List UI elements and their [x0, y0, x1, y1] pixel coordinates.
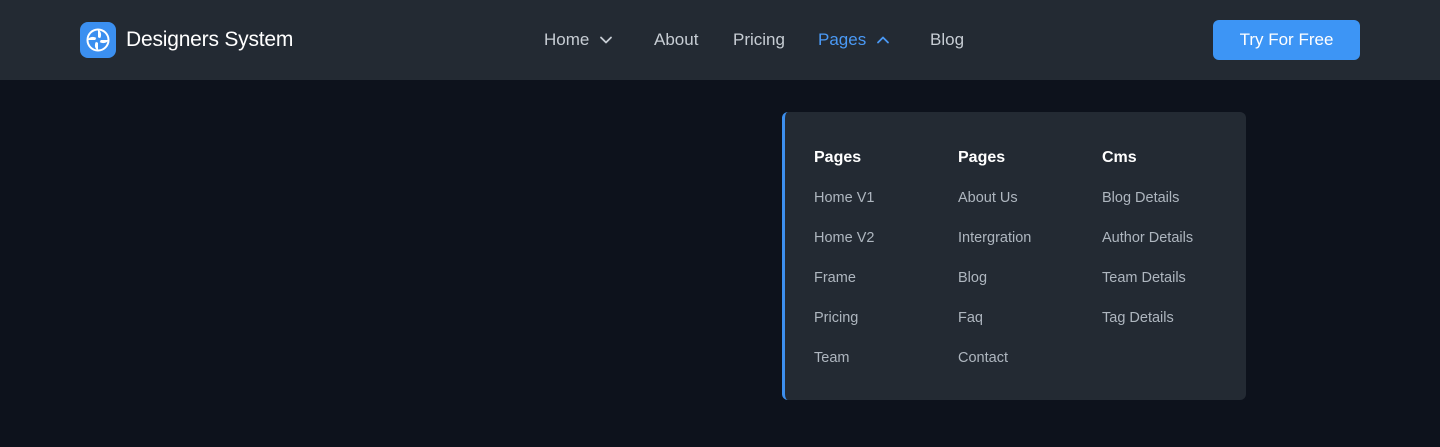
dropdown-link-team-details[interactable]: Team Details — [1102, 268, 1193, 308]
nav-item-pricing[interactable]: Pricing — [733, 30, 785, 50]
dropdown-link-list: About Us Intergration Blog Faq Contact — [958, 188, 1031, 388]
dropdown-link-author-details[interactable]: Author Details — [1102, 228, 1193, 268]
dropdown-link-list: Home V1 Home V2 Frame Pricing Team — [814, 188, 874, 388]
dropdown-link-home-v1[interactable]: Home V1 — [814, 188, 874, 228]
chevron-up-icon — [876, 33, 890, 47]
pages-dropdown-menu: Pages Home V1 Home V2 Frame Pricing Team… — [782, 112, 1246, 400]
nav-item-blog-label: Blog — [930, 30, 965, 49]
top-navbar: Designers System Home About Pricing Page… — [0, 0, 1440, 80]
dropdown-column-pages: Pages Home V1 Home V2 Frame Pricing Team — [814, 148, 874, 388]
dropdown-link-blog-details[interactable]: Blog Details — [1102, 188, 1193, 228]
dropdown-link-pricing[interactable]: Pricing — [814, 308, 874, 348]
dropdown-link-frame[interactable]: Frame — [814, 268, 874, 308]
dropdown-link-list: Blog Details Author Details Team Details… — [1102, 188, 1193, 348]
nav-item-blog[interactable]: Blog — [930, 30, 964, 50]
dropdown-column-title: Pages — [958, 149, 1006, 166]
brand-link[interactable]: Designers System — [80, 22, 293, 58]
nav-item-pricing-label: Pricing — [733, 30, 785, 49]
dropdown-link-team[interactable]: Team — [814, 348, 874, 388]
dropdown-column-pages-2: Pages About Us Intergration Blog Faq Con… — [958, 148, 1031, 388]
nav-item-pages[interactable]: Pages — [818, 30, 890, 50]
dropdown-link-about-us[interactable]: About Us — [958, 188, 1031, 228]
dropdown-link-faq[interactable]: Faq — [958, 308, 1031, 348]
dropdown-column-cms: Cms Blog Details Author Details Team Det… — [1102, 148, 1193, 348]
chevron-down-icon — [599, 33, 613, 47]
try-for-free-button[interactable]: Try For Free — [1213, 20, 1360, 60]
dropdown-link-blog[interactable]: Blog — [958, 268, 1031, 308]
dropdown-link-home-v2[interactable]: Home V2 — [814, 228, 874, 268]
nav-item-home[interactable]: Home — [544, 30, 613, 50]
nav-item-about-label: About — [654, 30, 699, 49]
dropdown-link-contact[interactable]: Contact — [958, 348, 1031, 388]
nav-item-pages-label: Pages — [818, 30, 867, 49]
nav-item-home-label: Home — [544, 30, 590, 49]
nav-item-about[interactable]: About — [654, 30, 698, 50]
brand-name: Designers System — [126, 28, 294, 51]
dropdown-link-intergration[interactable]: Intergration — [958, 228, 1031, 268]
dropdown-link-tag-details[interactable]: Tag Details — [1102, 308, 1193, 348]
swirl-logo-icon — [80, 22, 116, 58]
dropdown-column-title: Pages — [814, 149, 862, 166]
dropdown-column-title: Cms — [1102, 149, 1137, 166]
